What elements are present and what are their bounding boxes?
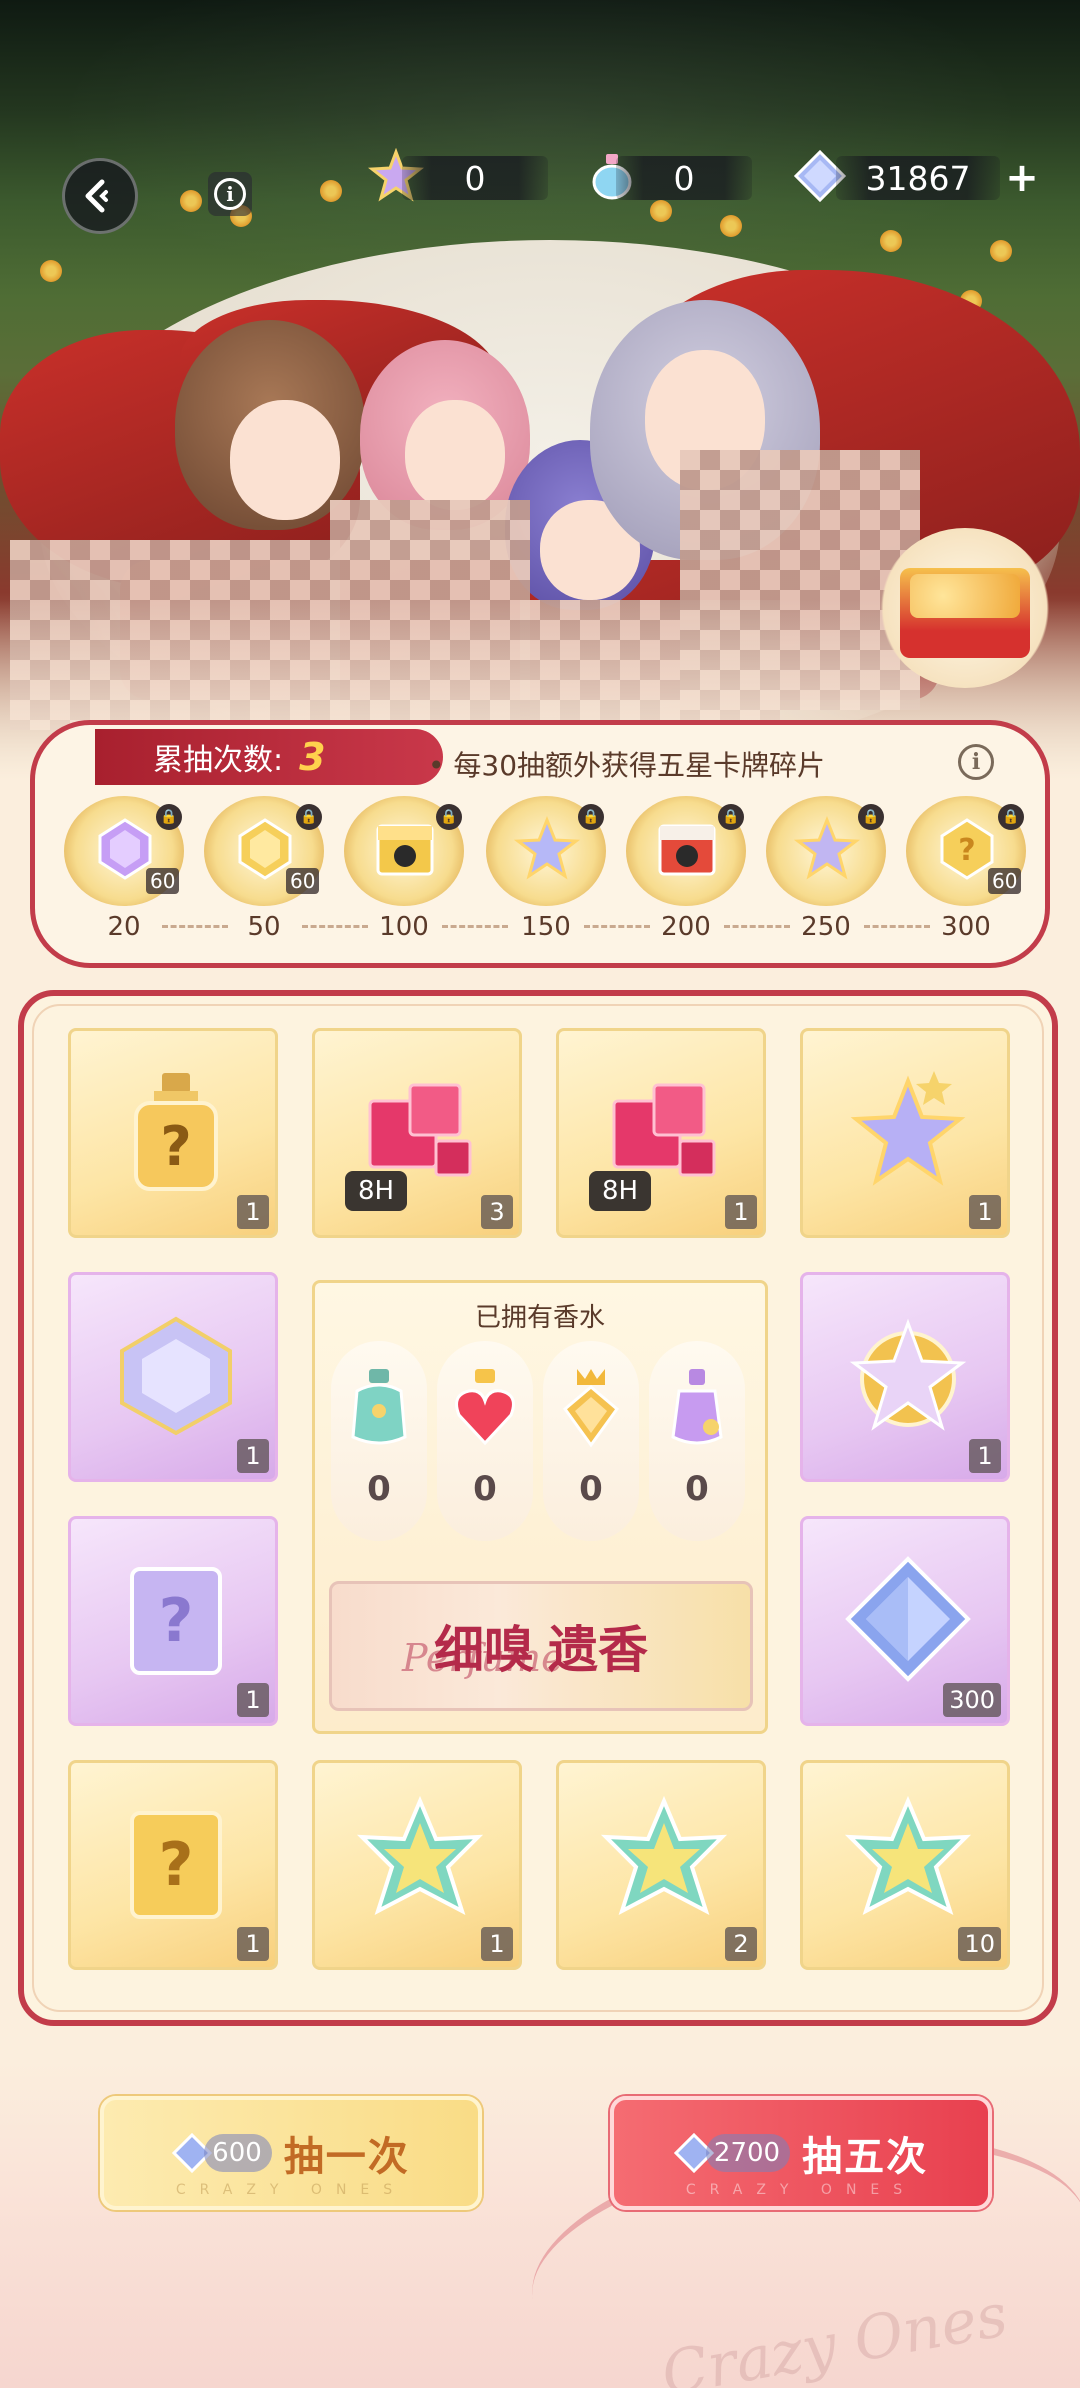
lock-icon: 🔒 <box>578 804 604 830</box>
red-chest-icon <box>658 824 716 876</box>
lavender-crystal-box-icon <box>120 1316 232 1436</box>
perfume-event-banner[interactable]: 细嗅 Perfume 遗香 <box>329 1581 753 1711</box>
gold-mystery-card-icon: ? <box>130 1811 222 1919</box>
perfume-count: 0 <box>367 1469 391 1509</box>
reward-tile[interactable]: ? 1 <box>68 1760 278 1970</box>
rainbow-star-icon <box>514 816 580 880</box>
draw-count-label: 累抽次数: <box>153 743 284 778</box>
draw-five-cost: 2700 <box>705 2134 791 2172</box>
milestone-250[interactable]: 🔒 <box>766 796 886 906</box>
perfume-slot[interactable]: 0 <box>649 1341 745 1541</box>
lock-icon: 🔒 <box>858 804 884 830</box>
star-ticket-count: 0 <box>402 156 548 200</box>
perfume-slot[interactable]: 0 <box>437 1341 533 1541</box>
reward-qty: 1 <box>237 1439 269 1473</box>
svg-text:?: ? <box>160 1115 191 1178</box>
reward-qty: 300 <box>943 1683 1001 1717</box>
perfume-count: 0 <box>579 1469 603 1509</box>
reward-qty: 3 <box>481 1195 513 1229</box>
svg-text:?: ? <box>159 1586 194 1656</box>
perfume-count: 0 <box>616 156 752 200</box>
info-button[interactable]: i <box>208 172 252 216</box>
draw-count-tag: 累抽次数: 3 <box>95 729 443 785</box>
reward-qty: 1 <box>969 1439 1001 1473</box>
bonus-description: • 每30抽额外获得五星卡牌碎片 <box>428 749 826 782</box>
reward-tile[interactable]: 1 <box>68 1272 278 1482</box>
milestone-300[interactable]: ? 🔒 60 <box>906 796 1026 906</box>
perfume-slot[interactable]: 0 <box>543 1341 639 1541</box>
owned-perfume-panel: 已拥有香水 0 0 0 0 细嗅 Perfume 遗香 <box>312 1280 768 1734</box>
draw-five-button[interactable]: 2700 抽五次 CRAZY ONES <box>610 2096 992 2210</box>
perfume-count: 0 <box>685 1469 709 1509</box>
draw-once-button[interactable]: 600 抽一次 CRAZY ONES <box>100 2096 482 2210</box>
bonus-info-icon[interactable]: i <box>958 744 994 780</box>
back-button[interactable] <box>62 158 138 234</box>
gift-box-icon <box>900 568 1030 658</box>
reward-tile[interactable]: 300 <box>800 1516 1010 1726</box>
lock-icon: 🔒 <box>436 804 462 830</box>
rainbow-star-gem-icon <box>600 1795 728 1916</box>
milestone-50[interactable]: 🔒 60 <box>204 796 324 906</box>
progress-dash <box>162 925 228 928</box>
lock-icon: 🔒 <box>718 804 744 830</box>
milestone-20[interactable]: 🔒 60 <box>64 796 184 906</box>
reward-qty: 1 <box>481 1927 513 1961</box>
perfume-panel-title: 已拥有香水 <box>474 1303 605 1333</box>
rainbow-star-gem-icon <box>356 1795 484 1916</box>
svg-text:?: ? <box>958 833 975 868</box>
star-badge-icon <box>849 1318 967 1431</box>
svg-text:?: ? <box>159 1830 194 1900</box>
perfume-slot[interactable]: 0 <box>331 1341 427 1541</box>
banner-script: Perfume <box>402 1636 564 1680</box>
lock-icon: 🔒 <box>296 804 322 830</box>
reward-qty: 10 <box>958 1927 1001 1961</box>
gold-crown-perfume-icon <box>562 1369 620 1448</box>
lock-icon: 🔒 <box>156 804 182 830</box>
reward-qty: 2 <box>725 1927 757 1961</box>
perfume-count: 0 <box>473 1469 497 1509</box>
teal-pouch-perfume-icon <box>351 1369 407 1445</box>
lock-icon: 🔒 <box>998 804 1024 830</box>
reward-tile[interactable]: 8H 1 <box>556 1028 766 1238</box>
gift-box-button[interactable] <box>880 528 1050 688</box>
rainbow-star-icon <box>794 816 860 880</box>
blue-diamond-icon <box>845 1556 971 1682</box>
reward-tile[interactable]: 8H 3 <box>312 1028 522 1238</box>
reward-qty: 1 <box>237 1683 269 1717</box>
milestone-100[interactable]: 🔒 <box>344 796 464 906</box>
draw-five-label: 抽五次 <box>802 2134 929 2180</box>
reward-tile[interactable]: 2 <box>556 1760 766 1970</box>
milestone-200[interactable]: 🔒 <box>626 796 746 906</box>
red-heart-perfume-icon <box>455 1369 515 1446</box>
reward-tile[interactable]: 10 <box>800 1760 1010 1970</box>
purple-mystery-card-icon: ? <box>130 1567 222 1675</box>
add-diamond-button[interactable]: + <box>1000 155 1044 201</box>
duration-badge: 8H <box>345 1171 407 1211</box>
reward-tile[interactable]: 1 <box>800 1272 1010 1482</box>
draw-count-value: 3 <box>299 735 326 779</box>
reward-qty: 1 <box>237 1927 269 1961</box>
info-icon: i <box>214 178 246 210</box>
rainbow-star-gem-icon <box>844 1795 972 1916</box>
milestone-150[interactable]: 🔒 <box>486 796 606 906</box>
reward-tile[interactable]: 1 <box>800 1028 1010 1238</box>
reward-qty: 1 <box>969 1195 1001 1229</box>
duration-badge: 8H <box>589 1171 651 1211</box>
rainbow-stars-icon <box>850 1071 966 1186</box>
reward-tile[interactable]: 1 <box>312 1760 522 1970</box>
purple-perfume-icon <box>671 1369 723 1445</box>
draw-once-label: 抽一次 <box>283 2134 410 2180</box>
reward-tile[interactable]: ? 1 <box>68 1028 278 1238</box>
reward-qty: 1 <box>237 1195 269 1229</box>
mystery-perfume-icon: ? <box>134 1073 218 1191</box>
diamond-count: 31867 <box>836 156 1000 200</box>
reward-qty: 1 <box>725 1195 757 1229</box>
draw-once-cost: 600 <box>204 2134 272 2172</box>
reward-tile[interactable]: ? 1 <box>68 1516 278 1726</box>
gold-chest-icon <box>376 824 434 876</box>
back-arrow-icon <box>85 179 108 213</box>
